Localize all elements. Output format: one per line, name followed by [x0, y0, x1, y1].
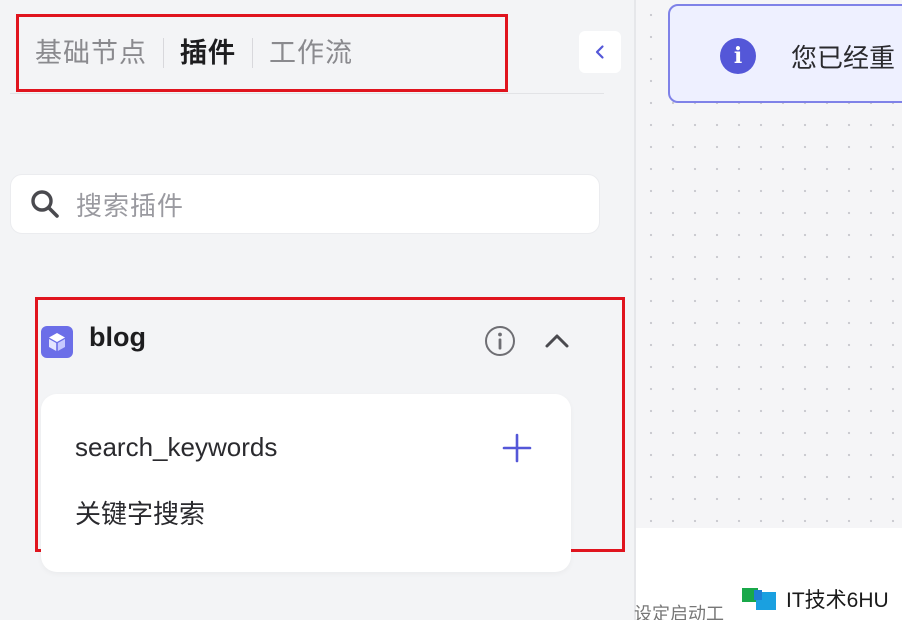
- search-placeholder: 搜索插件: [76, 191, 185, 222]
- watermark: IT技术6HU: [740, 584, 889, 614]
- tab-basic-nodes[interactable]: 基础节点: [35, 40, 163, 67]
- plugin-tool-item[interactable]: search_keywords 关键字搜索: [41, 394, 571, 572]
- watermark-text: IT技术6HU: [786, 589, 889, 612]
- plugin-name: blog: [89, 322, 146, 352]
- plugin-search-input[interactable]: 搜索插件: [10, 174, 600, 234]
- tab-workflows[interactable]: 工作流: [253, 40, 369, 67]
- notice-banner: i 您已经重: [668, 4, 902, 103]
- tabs-divider: [10, 93, 604, 94]
- plugin-sidebar: 基础节点 插件 工作流 搜索插件 blog search_keywords 关键…: [0, 0, 635, 620]
- watermark-logo-icon: [740, 584, 780, 614]
- bottom-text: 设定启动工: [634, 604, 724, 620]
- notice-text: 您已经重: [791, 44, 896, 74]
- search-icon: [31, 190, 59, 218]
- chevron-up-icon[interactable]: [543, 328, 571, 356]
- node-type-tabs: 基础节点 插件 工作流: [16, 14, 508, 92]
- cube-icon: [41, 326, 73, 358]
- info-filled-icon: i: [720, 38, 756, 74]
- collapse-sidebar-button[interactable]: [579, 31, 621, 73]
- info-icon[interactable]: [483, 324, 517, 358]
- tool-name: search_keywords: [75, 432, 278, 462]
- tool-description: 关键字搜索: [75, 500, 206, 530]
- plus-icon[interactable]: [501, 432, 533, 464]
- tab-plugins[interactable]: 插件: [164, 40, 252, 67]
- plugin-header[interactable]: blog: [38, 300, 622, 382]
- plugin-group: blog search_keywords 关键字搜索: [35, 297, 625, 572]
- chevron-left-icon: [595, 45, 604, 59]
